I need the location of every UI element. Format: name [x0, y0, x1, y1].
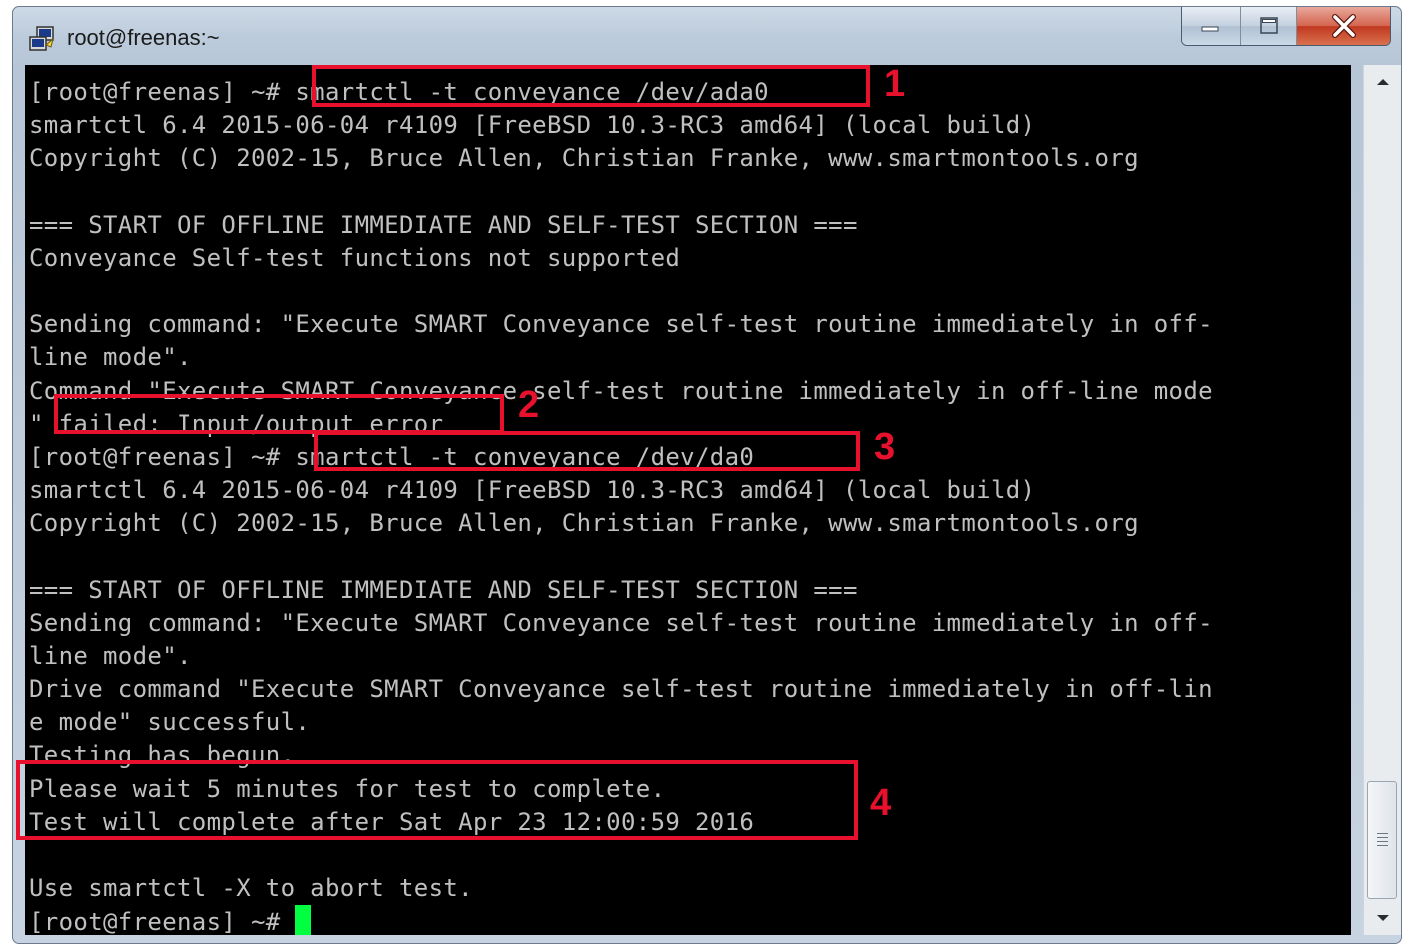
vertical-scrollbar[interactable]	[1363, 65, 1401, 935]
terminal-line: Drive command "Execute SMART Conveyance …	[29, 675, 1213, 704]
arrow-up-icon	[1376, 79, 1389, 85]
annotation-number-1: 1	[884, 63, 906, 105]
terminal-line: [root@freenas] ~#	[29, 905, 312, 935]
annotation-number-4: 4	[870, 782, 892, 824]
terminal-line: line mode".	[29, 641, 192, 670]
annotation-box-2	[54, 394, 504, 434]
terminal-line: Copyright (C) 2002-15, Bruce Allen, Chri…	[29, 509, 1139, 538]
terminal-line: Conveyance Self-test functions not suppo…	[29, 243, 681, 272]
terminal-line: line mode".	[29, 343, 192, 372]
scroll-thumb[interactable]	[1367, 781, 1397, 899]
annotation-number-2: 2	[518, 384, 540, 426]
terminal-line: Sending command: "Execute SMART Conveyan…	[29, 608, 1213, 637]
arrow-down-icon	[1376, 915, 1389, 921]
annotation-number-3: 3	[874, 426, 896, 468]
terminal-line: === START OF OFFLINE IMMEDIATE AND SELF-…	[29, 575, 858, 604]
title-bar[interactable]: root@freenas:~	[13, 7, 1401, 65]
terminal-line: e mode" successful.	[29, 708, 311, 737]
minimize-button[interactable]	[1182, 7, 1240, 45]
putty-icon	[29, 26, 54, 51]
terminal-line: smartctl 6.4 2015-06-04 r4109 [FreeBSD 1…	[29, 476, 1036, 505]
close-icon	[1331, 14, 1356, 38]
annotation-box-1	[312, 65, 870, 107]
terminal-line: === START OF OFFLINE IMMEDIATE AND SELF-…	[29, 210, 858, 239]
scroll-up-button[interactable]	[1364, 65, 1401, 99]
terminal-cursor	[295, 905, 312, 935]
annotation-box-3	[314, 431, 860, 471]
scroll-down-button[interactable]	[1364, 901, 1401, 935]
maximize-icon	[1259, 17, 1278, 34]
terminal-line: Use smartctl -X to abort test.	[29, 874, 473, 903]
window-title: root@freenas:~	[67, 25, 220, 50]
maximize-button[interactable]	[1240, 7, 1296, 45]
terminal-line: Copyright (C) 2002-15, Bruce Allen, Chri…	[29, 144, 1139, 173]
terminal-line: smartctl 6.4 2015-06-04 r4109 [FreeBSD 1…	[29, 111, 1036, 140]
close-button[interactable]	[1296, 7, 1390, 45]
terminal-line: Sending command: "Execute SMART Conveyan…	[29, 310, 1213, 339]
grip-icon	[1377, 833, 1388, 849]
minimize-icon	[1201, 26, 1219, 32]
annotation-box-4	[16, 760, 858, 840]
window-controls	[1181, 7, 1391, 46]
